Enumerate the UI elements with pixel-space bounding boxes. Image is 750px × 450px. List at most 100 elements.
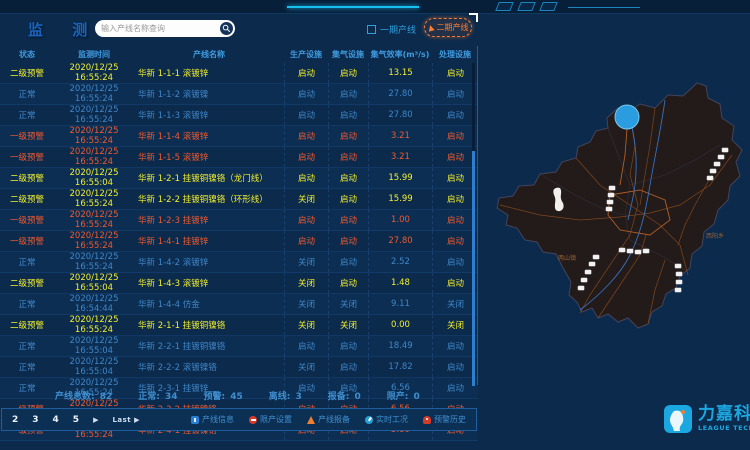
cell-name: 华新 1-1-3 滚镀锌 [134, 109, 284, 121]
factory-marker[interactable] [718, 155, 725, 160]
cell-status: 正常 [0, 298, 54, 310]
cell-gas: 启动 [328, 105, 368, 125]
table-row[interactable]: 一级预警2020/12/25 16:55:24华新 1-4-1 挂镀锌启动启动2… [0, 231, 478, 252]
factory-marker[interactable] [676, 272, 683, 277]
factory-marker[interactable] [585, 270, 592, 275]
cell-status: 一级预警 [0, 214, 54, 226]
factory-marker[interactable] [710, 169, 717, 174]
factory-marker[interactable] [675, 288, 682, 293]
phase1-checkbox[interactable] [367, 25, 376, 34]
factory-marker[interactable] [714, 162, 721, 167]
table-row[interactable]: 正常2020/12/25 16:54:44华新 1-4-4 仿金关闭关闭9.11… [0, 294, 478, 315]
scrollbar-thumb[interactable] [472, 151, 475, 386]
cell-eff: 1.48 [368, 273, 432, 293]
cell-prod: 关闭 [284, 294, 328, 314]
map-place-label: 两山镇 [558, 254, 576, 262]
table-row[interactable]: 二级预警2020/12/25 16:55:24华新 2-1-1 挂镀铜镍铬关闭关… [0, 315, 478, 336]
cell-time: 2020/12/25 16:55:24 [54, 210, 134, 230]
table-row[interactable]: 一级预警2020/12/25 16:55:24华新 1-2-3 挂镀锌启动启动1… [0, 210, 478, 231]
league-tech-icon [663, 404, 693, 434]
factory-marker[interactable] [578, 286, 585, 291]
table-row[interactable]: 正常2020/12/25 16:55:24华新 1-1-2 滚镀镍启动启动27.… [0, 84, 478, 105]
pagination: 2 3 4 5 ▶ Last ▶ [2, 415, 140, 425]
realtime-status-icon [365, 416, 373, 424]
legend-label: 实时工况 [376, 414, 408, 425]
page-title: 监 测 [28, 19, 99, 40]
cell-status: 正常 [0, 88, 54, 100]
factory-marker[interactable] [619, 248, 626, 253]
factory-marker[interactable] [676, 280, 683, 285]
page-number-2[interactable]: 2 [12, 415, 18, 425]
cell-prod: 关闭 [284, 189, 328, 209]
monitoring-table: 二级预警2020/12/25 16:55:24华新 1-1-1 滚镀锌启动启动1… [0, 63, 478, 385]
search-box[interactable] [95, 20, 235, 37]
factory-marker[interactable] [606, 207, 613, 212]
factory-marker[interactable] [627, 249, 634, 254]
page-number-5[interactable]: 5 [73, 415, 79, 425]
legend-item-realtime-status[interactable]: 实时工况 [365, 414, 408, 425]
factory-marker[interactable] [675, 264, 682, 269]
cell-gas: 启动 [328, 126, 368, 146]
table-scrollbar[interactable] [472, 63, 475, 385]
page-number-4[interactable]: 4 [53, 415, 59, 425]
factory-marker[interactable] [607, 200, 614, 205]
factory-marker[interactable] [722, 148, 729, 153]
column-header-time: 监测时间 [54, 49, 134, 60]
phase1-line-toggle[interactable]: 一期产线 [367, 23, 416, 36]
factory-marker[interactable] [707, 176, 714, 181]
table-row[interactable]: 二级预警2020/12/25 16:55:04华新 1-4-3 滚镀锌关闭启动1… [0, 273, 478, 294]
cell-time: 2020/12/25 16:55:04 [54, 336, 134, 356]
cell-status: 正常 [0, 256, 54, 268]
cell-eff: 9.11 [368, 294, 432, 314]
table-row[interactable]: 二级预警2020/12/25 16:55:04华新 1-2-1 挂镀铜镍铬（龙门… [0, 168, 478, 189]
cell-name: 华新 1-1-2 滚镀镍 [134, 88, 284, 100]
factory-marker[interactable] [635, 250, 642, 255]
cell-time: 2020/12/25 16:55:24 [54, 84, 134, 104]
cell-status: 一级预警 [0, 151, 54, 163]
table-row[interactable]: 正常2020/12/25 16:55:04华新 2-2-2 滚镀镍铬关闭启动17… [0, 357, 478, 378]
last-page-button[interactable]: Last ▶ [112, 416, 140, 424]
cell-name: 华新 2-1-1 挂镀铜镍铬 [134, 319, 284, 331]
device-location-marker[interactable] [615, 105, 639, 129]
table-row[interactable]: 正常2020/12/25 16:55:04华新 2-2-1 挂镀铜镍铬启动启动1… [0, 336, 478, 357]
table-row[interactable]: 二级预警2020/12/25 16:55:24华新 1-1-1 滚镀锌启动启动1… [0, 63, 478, 84]
region-map[interactable]: 两山镇西阳乡 [480, 55, 750, 345]
cell-prod: 启动 [284, 210, 328, 230]
cell-name: 华新 1-4-2 滚镀锌 [134, 256, 284, 268]
factory-marker[interactable] [643, 249, 650, 254]
legend-item-line-report[interactable]: 产线报备 [307, 414, 350, 425]
summary-bar: 产线总数: 82正常: 34预警: 45离线: 3报备: 0限产: 0 [55, 389, 478, 402]
table-row[interactable]: 二级预警2020/12/25 16:55:24华新 1-2-2 挂镀铜镍铬（环形… [0, 189, 478, 210]
cell-gas: 关闭 [328, 315, 368, 335]
page-number-3[interactable]: 3 [32, 415, 38, 425]
table-row[interactable]: 一级预警2020/12/25 16:55:24华新 1-1-5 滚镀锌启动启动3… [0, 147, 478, 168]
search-input[interactable] [95, 24, 220, 33]
factory-marker[interactable] [608, 193, 615, 198]
bottom-bar: 2 3 4 5 ▶ Last ▶ 产线信息 限产设置 产线报备 实时工况 预警历史 [1, 408, 477, 431]
cell-eff: 17.82 [368, 357, 432, 377]
cell-status: 二级预警 [0, 193, 54, 205]
cell-status: 正常 [0, 340, 54, 352]
cell-status: 正常 [0, 382, 54, 394]
cell-gas: 启动 [328, 168, 368, 188]
cell-status: 二级预警 [0, 319, 54, 331]
factory-marker[interactable] [581, 278, 588, 283]
cell-eff: 18.49 [368, 336, 432, 356]
factory-marker[interactable] [593, 255, 600, 259]
factory-marker[interactable] [589, 262, 596, 267]
alarm-history-icon [423, 416, 431, 424]
table-row[interactable]: 正常2020/12/25 16:55:24华新 1-4-2 滚镀锌关闭启动2.5… [0, 252, 478, 273]
column-header-eff: 集气效率(m³/s) [368, 49, 432, 60]
legend-label: 限产设置 [260, 414, 292, 425]
table-row[interactable]: 一级预警2020/12/25 16:55:24华新 1-1-4 滚镀锌启动启动3… [0, 126, 478, 147]
cell-eff: 2.52 [368, 252, 432, 272]
table-row[interactable]: 正常2020/12/25 16:55:24华新 1-1-3 滚镀锌启动启动27.… [0, 105, 478, 126]
phase2-line-button[interactable]: 二期产线 [424, 18, 472, 37]
factory-marker[interactable] [609, 186, 616, 191]
next-page-icon[interactable]: ▶ [93, 416, 98, 424]
cell-gas: 启动 [328, 357, 368, 377]
search-icon[interactable] [220, 22, 233, 35]
legend-item-limit-setting[interactable]: 限产设置 [249, 414, 292, 425]
legend-item-line-info[interactable]: 产线信息 [191, 414, 234, 425]
legend-item-alarm-history[interactable]: 预警历史 [423, 414, 466, 425]
